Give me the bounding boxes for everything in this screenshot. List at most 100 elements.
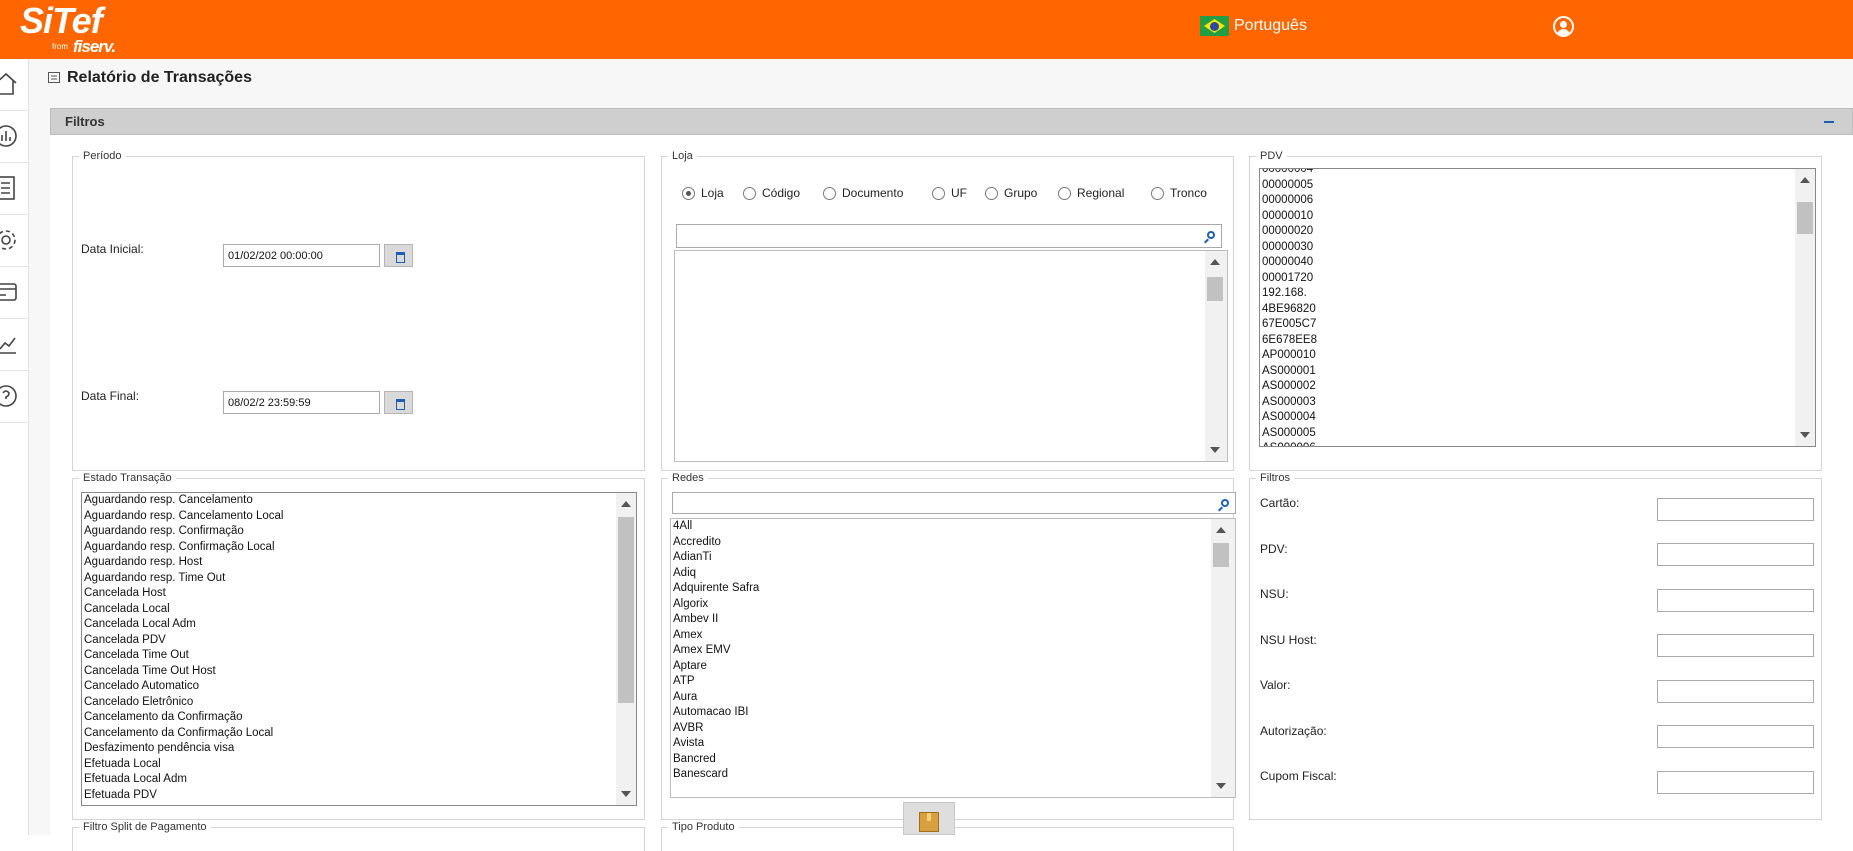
scroll-up-icon[interactable] <box>1216 527 1226 533</box>
pdv-list-item[interactable]: 00000030 <box>1262 240 1317 256</box>
sidebar-item-reports[interactable] <box>0 163 28 215</box>
sidebar-item-dashboard[interactable] <box>0 111 28 163</box>
pdv-list-item[interactable]: 00000005 <box>1262 178 1317 194</box>
sitef-logo[interactable]: SiTef from fiserv. <box>20 2 116 57</box>
scroll-up-icon[interactable] <box>1210 259 1220 265</box>
data-inicial-input[interactable]: 01/02/202 00:00:00 <box>223 244 380 267</box>
radio-loja-dot[interactable] <box>682 186 695 200</box>
estado-list-item[interactable]: Aguardando resp. Cancelamento Local <box>84 509 283 525</box>
estado-list-item[interactable]: Cancelamento da Confirmação Local <box>84 726 283 742</box>
export-package-button[interactable] <box>903 802 955 835</box>
sidebar-item-settings[interactable] <box>0 215 28 267</box>
radio-codigo[interactable]: Código <box>743 186 800 200</box>
pdv-scrollbar[interactable] <box>1795 169 1815 446</box>
redes-list-item[interactable]: Aptare <box>673 659 759 675</box>
estado-list-item[interactable]: Efetuada Local <box>84 757 283 773</box>
pdv-list-item[interactable]: AS000005 <box>1262 426 1317 442</box>
valor-input[interactable] <box>1657 680 1814 703</box>
scroll-up-icon[interactable] <box>621 501 631 507</box>
estado-scrollbar[interactable] <box>616 493 636 805</box>
redes-list-item[interactable]: AdianTi <box>673 550 759 566</box>
pdv-list-item[interactable]: AP000010 <box>1262 348 1317 364</box>
scroll-thumb[interactable] <box>618 517 634 703</box>
pdv-list-item[interactable]: 00000004 <box>1262 169 1317 178</box>
estado-list-item[interactable]: Aguardando resp. Host <box>84 555 283 571</box>
pdv-list-item[interactable]: 00000020 <box>1262 224 1317 240</box>
redes-list-item[interactable]: Banescard <box>673 767 759 783</box>
estado-list-item[interactable]: Aguardando resp. Confirmação <box>84 524 283 540</box>
sidebar-item-cards[interactable] <box>0 267 28 319</box>
autorizacao-input[interactable] <box>1657 725 1814 748</box>
data-final-input[interactable]: 08/02/2 23:59:59 <box>223 391 380 414</box>
redes-listbox[interactable]: 4All Accredito AdianTi Adiq Adquirente Safra… <box>670 518 1236 798</box>
pdv-list-item[interactable]: 00000006 <box>1262 193 1317 209</box>
pdv-list-item[interactable]: AS000006 <box>1262 441 1317 446</box>
loja-search-input[interactable] <box>676 224 1222 248</box>
sidebar-item-home[interactable] <box>0 59 28 111</box>
scroll-down-icon[interactable] <box>1800 432 1810 438</box>
nsu-input[interactable] <box>1657 589 1814 612</box>
redes-list-item[interactable]: Automacao IBI <box>673 705 759 721</box>
redes-list-item[interactable]: Amex <box>673 628 759 644</box>
pdv-list-item[interactable]: 192.168. <box>1262 286 1317 302</box>
redes-list-item[interactable]: Ambev II <box>673 612 759 628</box>
scroll-up-icon[interactable] <box>1800 177 1810 183</box>
redes-list-item[interactable]: Accredito <box>673 535 759 551</box>
user-account-icon[interactable] <box>1553 16 1574 37</box>
redes-list-item[interactable]: Amex EMV <box>673 643 759 659</box>
scroll-down-icon[interactable] <box>621 791 631 797</box>
redes-list-item[interactable]: Algorix <box>673 597 759 613</box>
pdv-listbox[interactable]: 00000004 00000005 00000006 00000010 00000020… <box>1259 168 1816 447</box>
radio-tronco[interactable]: Tronco <box>1151 186 1207 200</box>
redes-list-item[interactable]: ATP <box>673 674 759 690</box>
estado-list-item[interactable]: Cancelada Local Adm <box>84 617 283 633</box>
loja-scrollbar[interactable] <box>1205 251 1227 461</box>
pdv-list-item[interactable]: 67E005C7 <box>1262 317 1317 333</box>
data-inicial-calendar-icon[interactable] <box>384 244 413 267</box>
radio-uf-dot[interactable] <box>932 186 945 200</box>
scroll-thumb[interactable] <box>1213 543 1229 567</box>
estado-list-item[interactable]: Aguardando resp. Confirmação Local <box>84 540 283 556</box>
estado-list-item[interactable]: Cancelada Time Out Host <box>84 664 283 680</box>
cartao-input[interactable] <box>1657 498 1814 521</box>
radio-grupo-dot[interactable] <box>985 186 998 200</box>
pdv-list-item[interactable]: AS000003 <box>1262 395 1317 411</box>
language-selector[interactable]: Português <box>1200 16 1307 36</box>
estado-list-item[interactable]: Aguardando resp. Cancelamento <box>84 493 283 509</box>
radio-loja[interactable]: Loja <box>682 186 724 200</box>
redes-list-item[interactable]: Aura <box>673 690 759 706</box>
radio-regional[interactable]: Regional <box>1058 186 1124 200</box>
radio-tronco-dot[interactable] <box>1151 186 1164 200</box>
loja-listbox[interactable] <box>674 250 1228 462</box>
pdv-list-item[interactable]: 4BE96820 <box>1262 302 1317 318</box>
search-icon[interactable] <box>1207 231 1215 239</box>
estado-list-item[interactable]: Cancelado Eletrônico <box>84 695 283 711</box>
sidebar-item-charts[interactable] <box>0 319 28 371</box>
estado-list-item[interactable]: Efetuada PDV <box>84 788 283 804</box>
estado-list-item[interactable]: Cancelado Automatico <box>84 679 283 695</box>
estado-list-item[interactable]: Cancelada Host <box>84 586 283 602</box>
estado-list-item[interactable]: Cancelada PDV <box>84 633 283 649</box>
pdv-list-item[interactable]: AS000002 <box>1262 379 1317 395</box>
pdv-input[interactable] <box>1657 543 1814 566</box>
scroll-thumb[interactable] <box>1797 202 1813 234</box>
redes-list-item[interactable]: 4All <box>673 519 759 535</box>
estado-list-item[interactable]: Desfazimento pendência visa <box>84 741 283 757</box>
radio-codigo-dot[interactable] <box>743 186 756 200</box>
scroll-down-icon[interactable] <box>1216 783 1226 789</box>
pdv-list-item[interactable]: AS000001 <box>1262 364 1317 380</box>
data-final-calendar-icon[interactable] <box>384 391 413 414</box>
radio-uf[interactable]: UF <box>932 186 967 200</box>
estado-listbox[interactable]: Aguardando resp. Cancelamento Aguardando … <box>81 492 637 806</box>
pdv-list-item[interactable]: AS000004 <box>1262 410 1317 426</box>
redes-list-item[interactable]: Bancred <box>673 752 759 768</box>
redes-scrollbar[interactable] <box>1211 519 1235 797</box>
redes-list-item[interactable]: Adiq <box>673 566 759 582</box>
estado-list-item[interactable]: Cancelamento da Confirmação <box>84 710 283 726</box>
estado-list-item[interactable]: Cancelada Local <box>84 602 283 618</box>
pdv-list-item[interactable]: 00001720 <box>1262 271 1317 287</box>
sidebar-item-help[interactable] <box>0 371 28 423</box>
cupom-fiscal-input[interactable] <box>1657 771 1814 794</box>
pdv-list-item[interactable]: 00000010 <box>1262 209 1317 225</box>
scroll-thumb[interactable] <box>1207 277 1223 301</box>
